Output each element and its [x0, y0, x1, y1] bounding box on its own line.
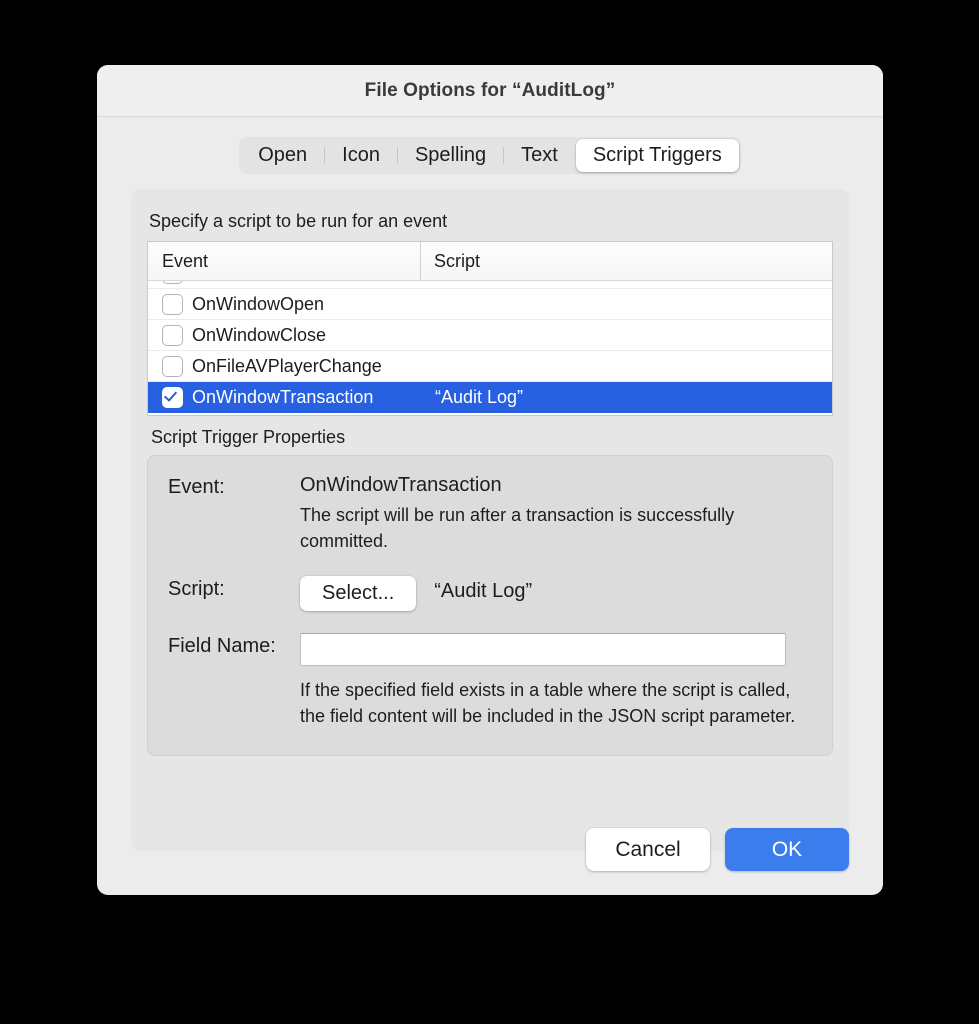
field-name-label: Field Name:	[168, 635, 276, 658]
field-name-input[interactable]	[300, 633, 786, 667]
event-row: Event: OnWindowTransaction	[168, 474, 812, 499]
row-script-name: “Audit Log”	[435, 387, 524, 407]
event-table: Event Script OnWindowOpen OnWindowClose …	[147, 241, 833, 416]
row-event-name: OnWindowTransaction	[192, 387, 374, 407]
script-trigger-properties-box: Event: OnWindowTransaction The script wi…	[147, 455, 833, 757]
properties-group-label: Script Trigger Properties	[151, 427, 346, 447]
dialog-titlebar: File Options for “AuditLog”	[97, 65, 883, 117]
trigger-checkbox[interactable]	[162, 324, 183, 346]
script-label: Script:	[168, 578, 225, 601]
tab-content-panel: Specify a script to be run for an event …	[131, 189, 849, 851]
column-header-event[interactable]: Event	[148, 242, 420, 280]
row-event-name: OnWindowClose	[192, 324, 327, 345]
table-header-row: Event Script	[148, 242, 832, 281]
event-label: Event:	[168, 476, 225, 498]
table-row[interactable]	[148, 281, 832, 289]
dialog-body: Specify a script to be run for an event …	[97, 117, 883, 895]
file-options-dialog: File Options for “AuditLog” Specify a sc…	[97, 65, 883, 895]
column-header-script[interactable]: Script	[420, 242, 832, 280]
event-list[interactable]: OnWindowOpen OnWindowClose OnFileAVPlaye…	[148, 281, 832, 415]
dialog-title: File Options for “AuditLog”	[364, 79, 616, 101]
field-name-row: Field Name:	[168, 633, 812, 667]
table-row-selected[interactable]: OnWindowTransaction “Audit Log”	[148, 382, 832, 413]
tab-script-triggers[interactable]: Script Triggers	[575, 139, 739, 172]
row-event-name: OnWindowOpen	[192, 293, 325, 314]
table-row[interactable]: OnWindowClose	[148, 320, 832, 351]
event-description: The script will be run after a transacti…	[300, 505, 735, 551]
cancel-button[interactable]: Cancel	[586, 828, 710, 871]
table-row[interactable]: OnFileAVPlayerChange	[148, 351, 832, 382]
instruction-label: Specify a script to be run for an event	[149, 211, 448, 231]
tab-open[interactable]: Open	[241, 139, 324, 172]
ok-button[interactable]: OK	[725, 828, 849, 871]
tab-text[interactable]: Text	[504, 139, 575, 172]
checkmark-icon	[163, 388, 178, 402]
selected-script-value: “Audit Log”	[434, 580, 533, 603]
event-value: OnWindowTransaction	[300, 474, 502, 496]
segmented-control: Open Icon Spelling Text Script Triggers	[239, 137, 741, 174]
script-triggers-pane: Specify a script to be run for an event …	[131, 189, 849, 757]
trigger-checkbox[interactable]	[162, 293, 183, 315]
select-script-button[interactable]: Select...	[300, 576, 417, 612]
table-row[interactable]: OnWindowOpen	[148, 289, 832, 320]
tab-bar: Open Icon Spelling Text Script Triggers	[97, 137, 883, 174]
script-row: Script: Select... “Audit Log”	[168, 576, 812, 612]
row-event-name: OnFileAVPlayerChange	[192, 355, 382, 376]
field-name-description: If the specified field exists in a table…	[300, 680, 796, 726]
trigger-checkbox[interactable]	[162, 355, 183, 377]
dialog-footer: Cancel OK	[586, 828, 849, 871]
tab-icon[interactable]: Icon	[325, 139, 397, 172]
trigger-checkbox-checked[interactable]	[162, 387, 183, 408]
trigger-checkbox[interactable]	[162, 281, 183, 284]
tab-spelling[interactable]: Spelling	[398, 139, 503, 172]
